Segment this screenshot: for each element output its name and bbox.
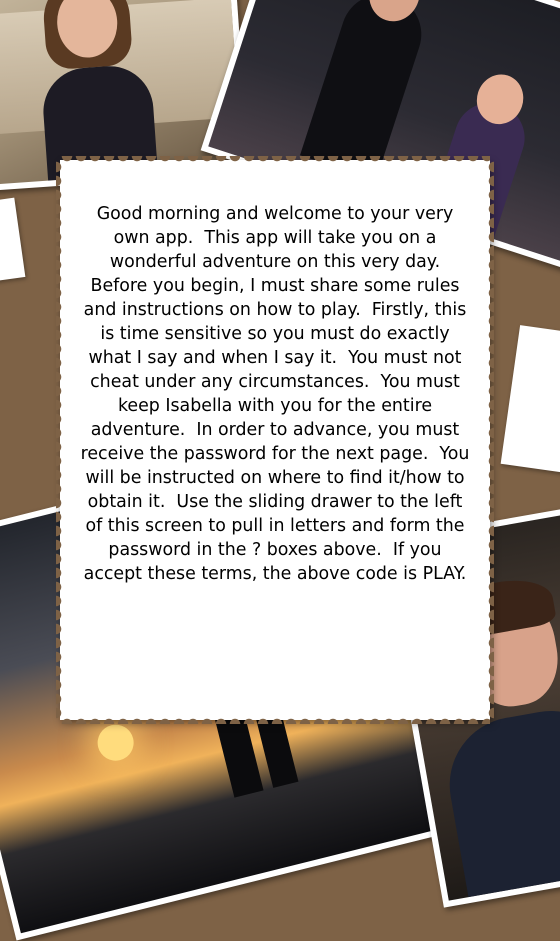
stamp-fragment bbox=[0, 197, 26, 283]
stamp-fragment bbox=[500, 325, 560, 475]
instructions-card: Good morning and welcome to your very ow… bbox=[56, 160, 494, 724]
instructions-text: Good morning and welcome to your very ow… bbox=[80, 204, 475, 584]
